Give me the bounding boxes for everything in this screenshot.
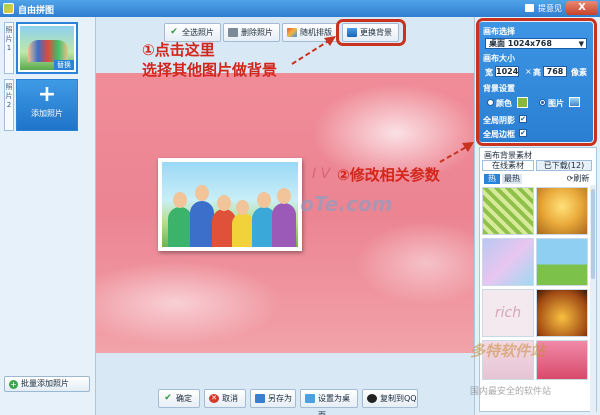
random-layout-label: 随机排版	[300, 28, 332, 37]
highlight-ring-change-bg	[336, 19, 406, 46]
feedback-icon[interactable]	[525, 4, 534, 12]
shuffle-icon	[287, 28, 297, 37]
photo-list-panel: 照片1 替换 照片2 + 添加照片 + 批量添加照片	[0, 17, 96, 415]
app-icon	[3, 3, 14, 14]
batch-add-button[interactable]: + 批量添加照片	[4, 376, 90, 392]
material-thumbnail[interactable]	[482, 187, 534, 235]
refresh-label: 刷新	[573, 174, 590, 183]
filter-hot[interactable]: 热	[484, 174, 500, 184]
save-icon	[255, 394, 265, 403]
plus-icon: +	[37, 82, 57, 107]
copy-qq-button[interactable]: 复制到QQ	[362, 389, 418, 408]
canvas-script-text: I V	[312, 166, 331, 182]
material-thumbnail[interactable]	[482, 238, 534, 286]
save-as-button[interactable]: 另存为	[250, 389, 296, 408]
photo-tab-2: 照片2	[4, 79, 14, 131]
set-desktop-button[interactable]: 设置为桌面	[300, 389, 358, 415]
material-scrollbar[interactable]	[590, 185, 596, 413]
photo-thumbnail[interactable]: 替换	[16, 22, 78, 74]
background-material-panel: 画布背景素材 在线素材 已下载(12) 热 最热 ⟳刷新 rich	[479, 147, 597, 413]
add-photo-label: 添加照片	[31, 109, 63, 118]
refresh-button[interactable]: ⟳刷新	[564, 174, 592, 184]
material-thumbnail[interactable]	[536, 289, 588, 337]
check-icon: ✔	[170, 27, 178, 37]
batch-add-label: 批量添加照片	[21, 379, 69, 388]
collage-canvas[interactable]	[96, 73, 474, 353]
ok-label: 确定	[176, 394, 192, 403]
title-bar: 自由拼图 提意见 X	[0, 0, 600, 17]
step1-annotation: ①点击这里 选择其他图片做背景	[142, 40, 277, 80]
select-all-label: 全选照片	[182, 28, 214, 37]
add-photo-button[interactable]: + 添加照片	[16, 79, 78, 131]
check-icon: ✔	[164, 393, 172, 403]
feedback-link[interactable]: 提意见	[538, 3, 562, 14]
step2-annotation: ②修改相关参数	[337, 166, 440, 184]
canvas-watermark: oTe.com	[300, 192, 393, 216]
cancel-label: 取消	[222, 394, 238, 403]
delete-photo-label: 删除照片	[241, 28, 273, 37]
filter-latest[interactable]: 最热	[502, 174, 522, 184]
site-watermark: 多特软件站	[470, 342, 546, 360]
scrollbar-thumb[interactable]	[591, 189, 595, 279]
window-title: 自由拼图	[18, 6, 55, 16]
material-thumbnail[interactable]	[536, 187, 588, 235]
cancel-button[interactable]: ✕ 取消	[204, 389, 246, 408]
random-layout-button[interactable]: 随机排版	[282, 23, 339, 42]
set-desktop-label: 设置为桌面	[318, 394, 350, 415]
material-thumbnail[interactable]	[536, 238, 588, 286]
add-icon: +	[9, 380, 18, 389]
tab-online[interactable]: 在线素材	[482, 160, 534, 171]
collage-photo[interactable]	[158, 158, 302, 251]
step1-line1: ①点击这里	[142, 41, 215, 59]
qq-icon	[367, 394, 377, 403]
tab-downloaded[interactable]: 已下载(12)	[536, 160, 592, 171]
bottom-toolbar: ✔ 确定 ✕ 取消 另存为 设置为桌面 复制到QQ	[96, 389, 474, 415]
step1-line2: 选择其他图片做背景	[142, 61, 278, 79]
replace-badge[interactable]: 替换	[54, 60, 74, 70]
site-watermark-subtitle: 国内最安全的软件站	[470, 387, 552, 397]
close-button[interactable]: X	[566, 1, 598, 15]
desktop-icon	[305, 394, 315, 403]
material-thumbnail[interactable]: rich	[482, 289, 534, 337]
copy-qq-label: 复制到QQ	[380, 394, 417, 403]
cancel-icon: ✕	[209, 394, 219, 403]
delete-icon	[228, 28, 238, 37]
save-as-label: 另存为	[268, 394, 292, 403]
photo-tab-1: 照片1	[4, 22, 14, 74]
highlight-ring-settings	[476, 18, 597, 146]
group-photo-image	[162, 162, 298, 247]
ok-button[interactable]: ✔ 确定	[158, 389, 200, 408]
